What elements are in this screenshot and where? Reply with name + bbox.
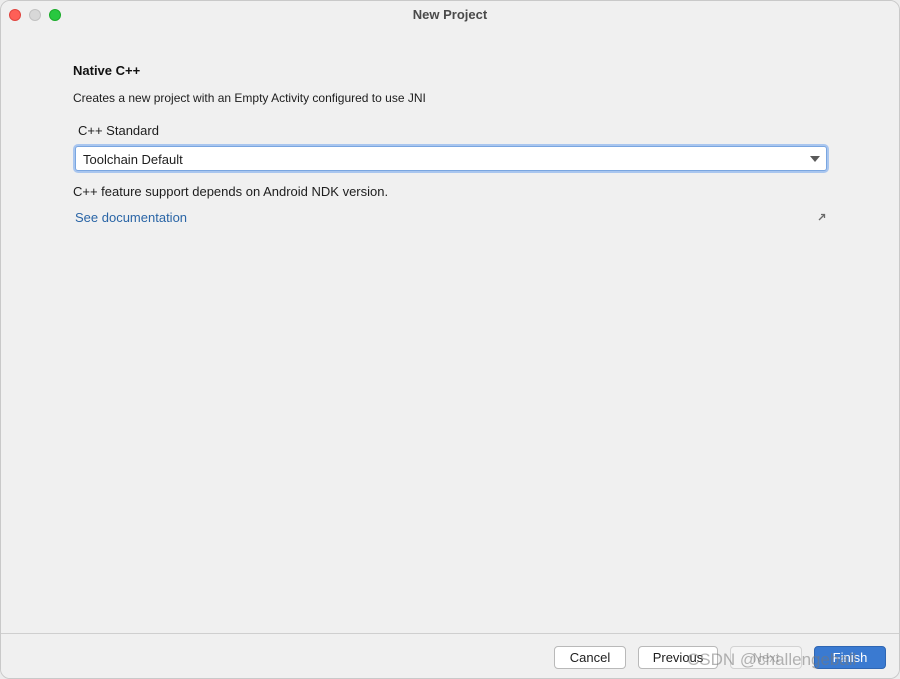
title-bar: New Project [1, 1, 899, 29]
see-documentation-link[interactable]: See documentation [75, 210, 187, 225]
next-button[interactable]: Next [730, 646, 802, 669]
window-title: New Project [412, 7, 488, 22]
dialog-footer: Cancel Previous Next Finish [1, 633, 899, 678]
template-heading: Native C++ [73, 63, 141, 78]
template-description: Creates a new project with an Empty Acti… [73, 91, 426, 105]
cpp-standard-select[interactable]: Toolchain Default [75, 146, 827, 171]
previous-button[interactable]: Previous [638, 646, 718, 669]
external-link-icon[interactable] [816, 211, 828, 223]
cancel-button[interactable]: Cancel [554, 646, 626, 669]
cpp-standard-label: C++ Standard [78, 123, 159, 138]
finish-button[interactable]: Finish [814, 646, 886, 669]
chevron-down-icon [810, 156, 820, 162]
ndk-support-note: C++ feature support depends on Android N… [73, 184, 389, 199]
cpp-standard-value: Toolchain Default [83, 152, 183, 167]
new-project-window: New Project Native C++ Creates a new pro… [0, 0, 900, 679]
